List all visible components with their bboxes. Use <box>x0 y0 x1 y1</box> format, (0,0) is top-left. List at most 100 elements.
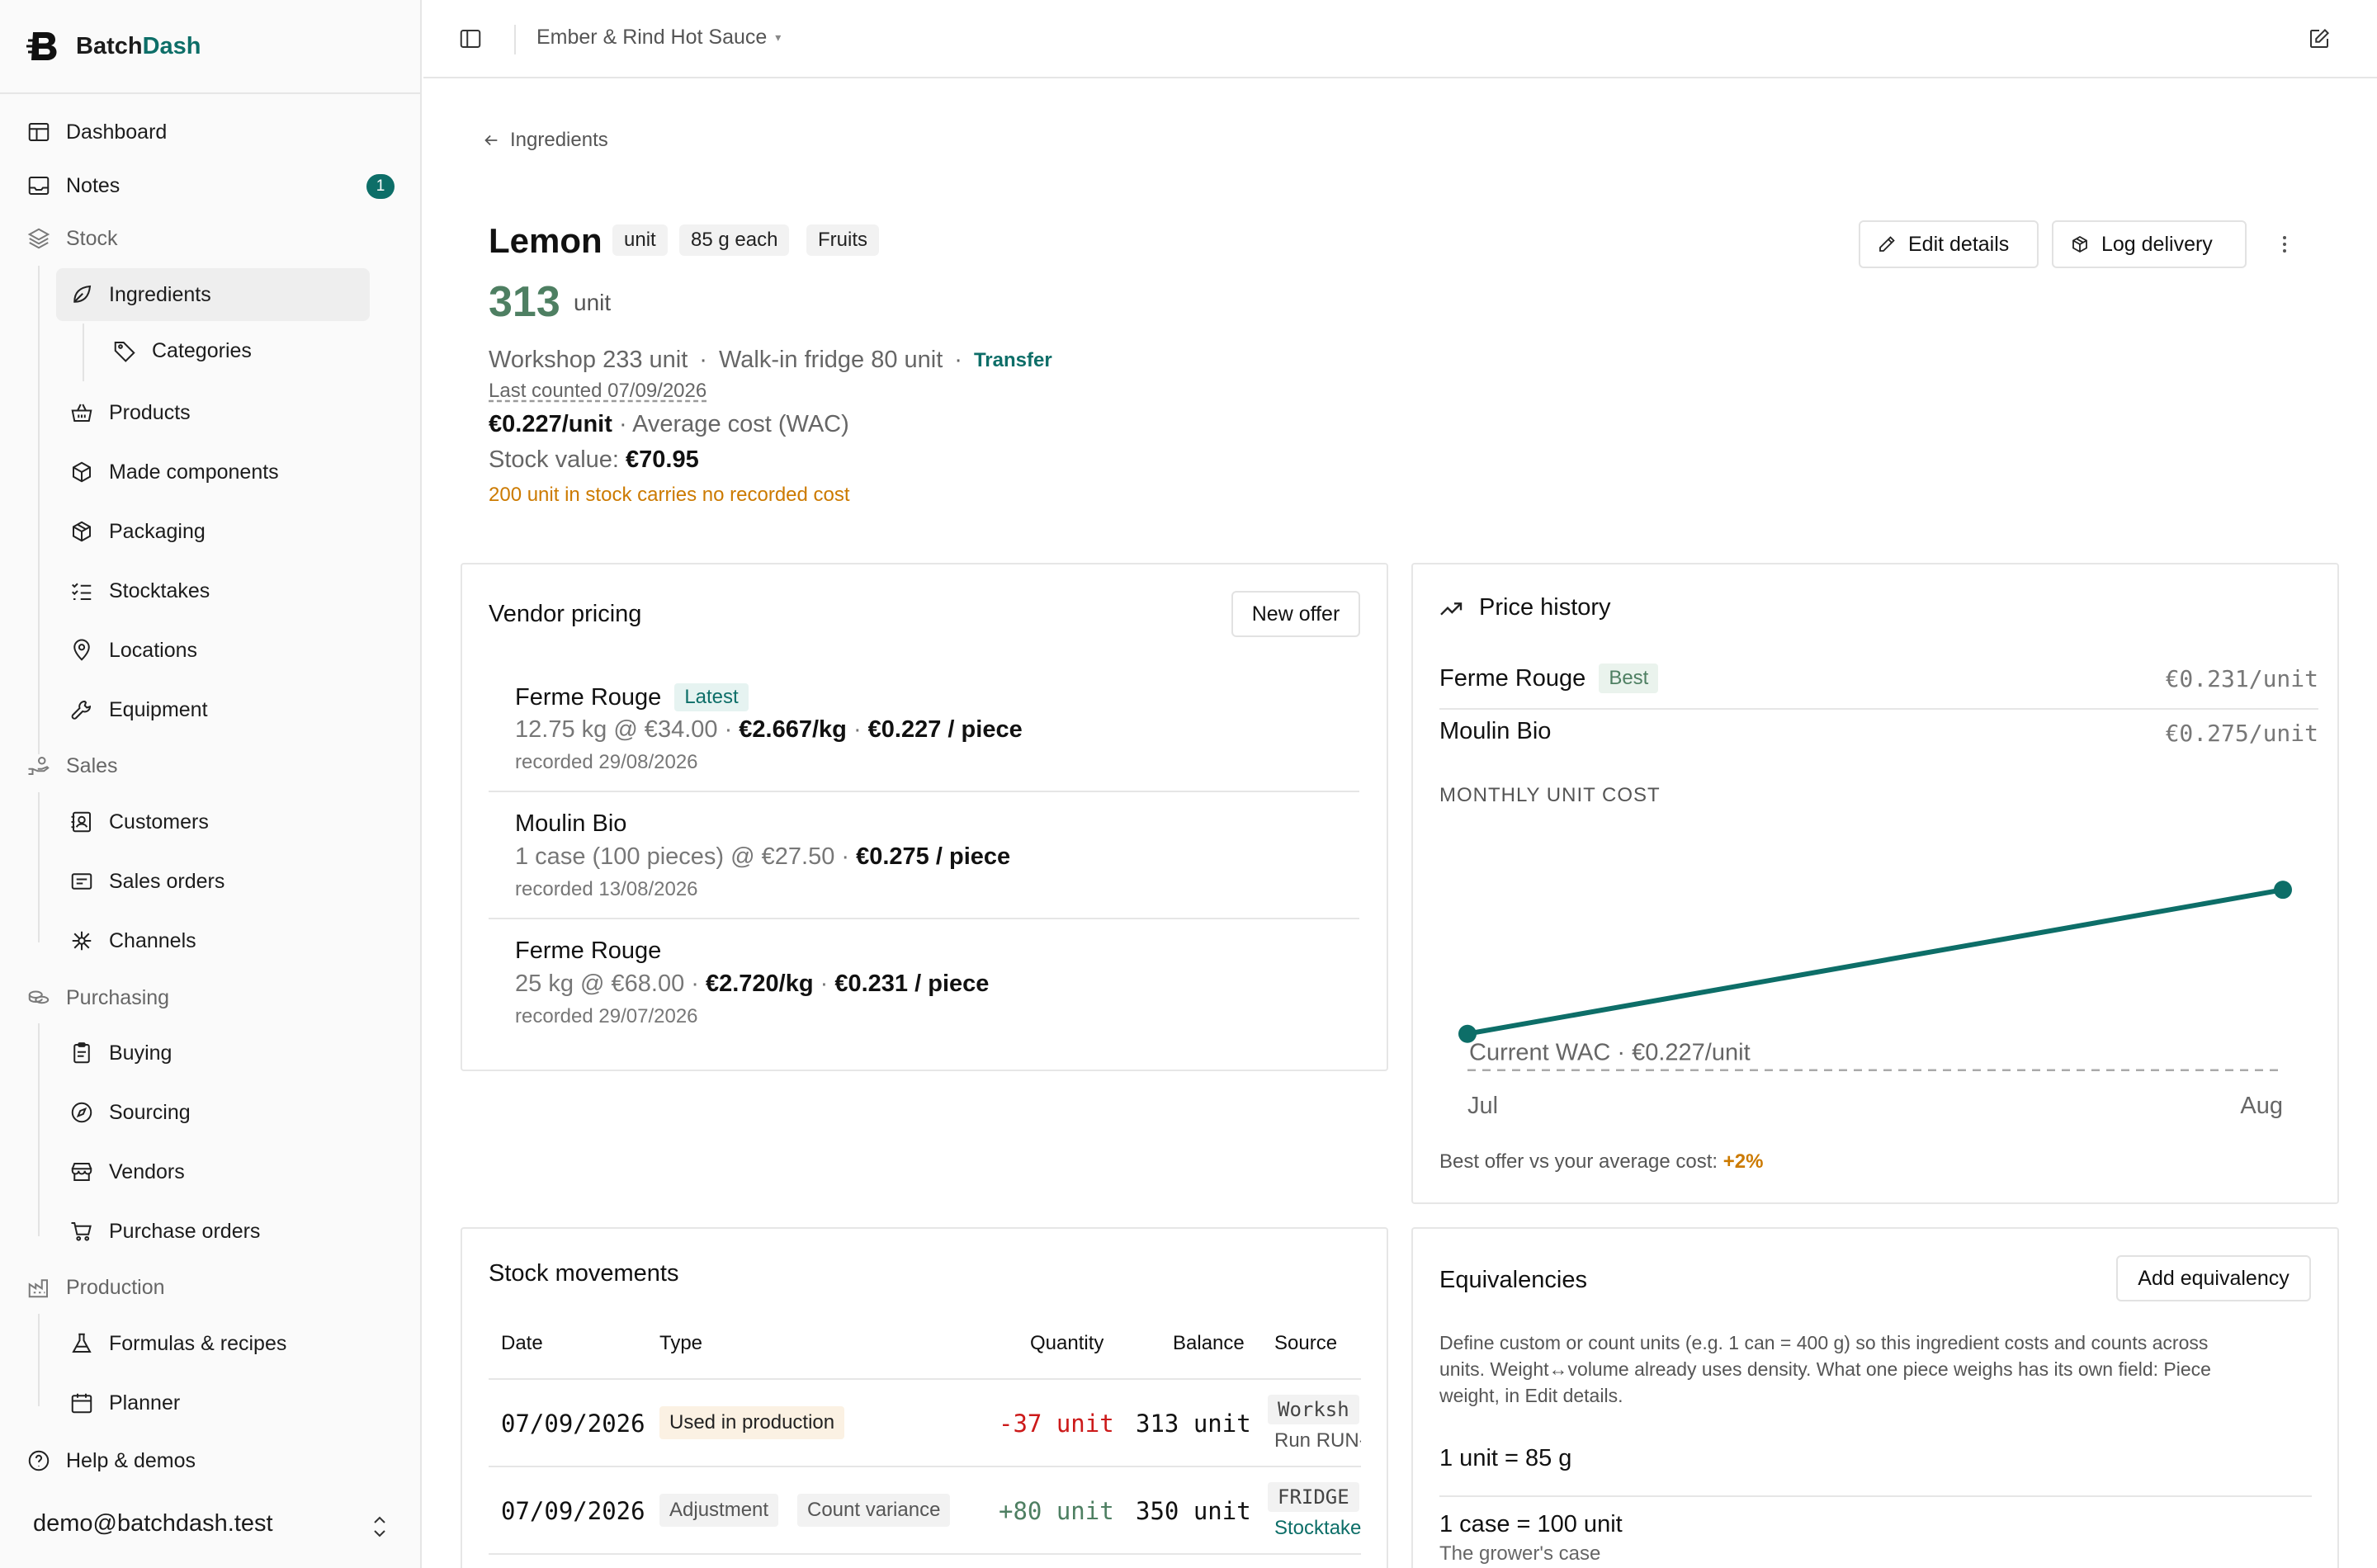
log-delivery-button[interactable]: Log delivery <box>2052 220 2247 268</box>
equivalency-divider <box>1439 1495 2312 1497</box>
tree-line <box>83 324 84 381</box>
brand[interactable]: BatchDash <box>26 25 201 68</box>
wac-reference-label: Current WAC · €0.227/unit <box>1469 1040 1751 1066</box>
sidebar-item-equipment[interactable]: Equipment <box>69 697 208 722</box>
offer-per-piece: €0.231 / piece <box>834 971 990 997</box>
sidebar-item-vendors[interactable]: Vendors <box>69 1159 185 1184</box>
separator: · <box>813 971 835 997</box>
edit-square-icon[interactable] <box>2307 26 2332 51</box>
col-header-type[interactable]: Type <box>659 1332 702 1355</box>
sidebar-section-label: Production <box>66 1275 165 1299</box>
sidebar-item-purchase-orders[interactable]: Purchase orders <box>69 1219 260 1244</box>
location-fridge: Walk-in fridge 80 unit <box>718 347 943 373</box>
sidebar-item-planner[interactable]: Planner <box>69 1391 180 1415</box>
cell-date: 07/09/2026 <box>501 1497 645 1525</box>
table-divider <box>489 1466 1361 1467</box>
topbar-divider <box>514 25 516 54</box>
data-point[interactable] <box>2274 881 2292 900</box>
user-email[interactable]: demo@batchdash.test <box>33 1510 273 1537</box>
checklist-icon <box>72 583 92 600</box>
page-title: Lemon <box>489 221 603 260</box>
equivalency-unit[interactable]: 1 unit = 85 g <box>1439 1445 1571 1472</box>
sidebar-section-stock[interactable]: Stock <box>26 226 118 251</box>
sidebar-item-label: Notes <box>66 173 121 197</box>
offer-qty: 1 case (100 pieces) @ €27.50 · <box>515 843 857 870</box>
col-header-date[interactable]: Date <box>501 1332 543 1355</box>
offer-row[interactable]: Ferme Rouge Latest 12.75 kg @ €34.00 · €2… <box>489 665 1359 792</box>
stock-value: Stock value: €70.95 <box>489 446 699 474</box>
desc-line: Define custom or count units (e.g. 1 can… <box>1439 1332 2209 1353</box>
offer-vendor-name: Ferme Rouge <box>515 937 662 964</box>
tree-line <box>38 1023 40 1236</box>
compass-icon <box>71 1102 92 1123</box>
inbox-icon <box>28 177 50 195</box>
cell-source[interactable]: Worksh Run RUN- <box>1268 1395 1361 1454</box>
col-header-quantity[interactable]: Quantity <box>1030 1332 1103 1355</box>
offer-qty: 25 kg @ €68.00 · <box>515 971 706 997</box>
x-tick-label: Aug <box>2240 1093 2283 1119</box>
sidebar-item-made-components[interactable]: Made components <box>69 460 279 484</box>
sidebar-section-label: Purchasing <box>66 985 170 1009</box>
layers-icon <box>27 228 50 249</box>
cost-warning: 200 unit in stock carries no recorded co… <box>489 484 850 506</box>
edit-details-button[interactable]: Edit details <box>1859 220 2039 268</box>
sidebar-item-stocktakes[interactable]: Stocktakes <box>69 579 210 603</box>
offer-recorded: recorded 13/08/2026 <box>515 878 698 900</box>
transfer-link[interactable]: Transfer <box>974 349 1052 372</box>
chevrons-up-down-icon[interactable] <box>370 1512 390 1542</box>
business-switcher[interactable]: Ember & Rind Hot Sauce ▾ <box>536 26 781 50</box>
col-header-balance[interactable]: Balance <box>1173 1332 1245 1355</box>
back-link[interactable]: Ingredients <box>482 129 608 152</box>
add-equivalency-button[interactable]: Add equivalency <box>2116 1255 2311 1301</box>
last-counted[interactable]: Last counted 07/09/2026 <box>489 380 706 403</box>
sidebar-item-label: Equipment <box>109 697 208 721</box>
cell-source[interactable]: FRIDGE Stocktake <box>1268 1482 1361 1542</box>
average-cost: €0.227/unit · Average cost (WAC) <box>489 411 849 438</box>
sidebar-item-dashboard[interactable]: Dashboard <box>26 120 167 144</box>
sidebar-item-products[interactable]: Products <box>69 400 191 425</box>
sidebar-section-sales[interactable]: Sales <box>26 753 118 778</box>
add-equivalency-label: Add equivalency <box>2138 1266 2290 1290</box>
sidebar-item-label: Channels <box>109 928 196 952</box>
more-vertical-icon[interactable] <box>2275 231 2294 257</box>
source-link[interactable]: Stocktake <box>1274 1517 1361 1540</box>
sidebar-item-help[interactable]: Help & demos <box>26 1448 196 1473</box>
sidebar-item-customers[interactable]: Customers <box>69 810 209 834</box>
sidebar-item-locations[interactable]: Locations <box>69 638 197 663</box>
offer-vendor-name: Ferme Rouge <box>515 683 662 711</box>
offer-per-piece: €0.227 / piece <box>867 716 1023 743</box>
location-workshop: Workshop 233 unit <box>489 347 688 373</box>
new-offer-button[interactable]: New offer <box>1231 591 1360 637</box>
sidebar-item-sourcing[interactable]: Sourcing <box>69 1100 191 1125</box>
coins-icon <box>28 990 50 1004</box>
sidebar-section-purchasing[interactable]: Purchasing <box>26 985 169 1010</box>
offer-per-kg: €2.667/kg <box>739 716 847 743</box>
wrench-icon <box>71 701 92 720</box>
chip-unit: unit <box>612 224 668 256</box>
sidebar-item-categories[interactable]: Categories <box>112 338 252 363</box>
sidebar-section-production[interactable]: Production <box>26 1275 165 1300</box>
data-point[interactable] <box>1458 1024 1477 1043</box>
sidebar-item-buying[interactable]: Buying <box>69 1041 172 1065</box>
offer-detail: 25 kg @ €68.00 · €2.720/kg · €0.231 / pi… <box>515 971 989 998</box>
cell-balance: 313 unit <box>1136 1410 1251 1438</box>
sidebar-item-sales-orders[interactable]: Sales orders <box>69 869 224 894</box>
sidebar-toggle-icon[interactable] <box>458 26 483 51</box>
offer-row[interactable]: Ferme Rouge 25 kg @ €68.00 · €2.720/kg ·… <box>489 919 1359 1046</box>
notes-count-badge: 1 <box>366 174 395 199</box>
tree-line <box>38 266 40 754</box>
col-header-source[interactable]: Source <box>1274 1332 1337 1355</box>
offer-row[interactable]: Moulin Bio 1 case (100 pieces) @ €27.50 … <box>489 792 1359 919</box>
vendor-pricing-card: Vendor pricing New offer Ferme Rouge Late… <box>461 563 1388 1071</box>
sidebar-item-packaging[interactable]: Packaging <box>69 519 206 544</box>
sidebar-item-formulas[interactable]: Formulas & recipes <box>69 1331 286 1356</box>
equivalency-case[interactable]: 1 case = 100 unit <box>1439 1511 1623 1538</box>
series-line <box>1467 887 2284 1037</box>
source-link[interactable]: Run RUN- <box>1274 1429 1361 1452</box>
basket-icon <box>71 404 92 422</box>
sidebar-item-notes[interactable]: Notes <box>26 173 120 198</box>
sidebar-item-ingredients[interactable]: Ingredients <box>56 268 370 321</box>
edit-details-label: Edit details <box>1908 232 2010 256</box>
sidebar-section-label: Sales <box>66 753 118 777</box>
sidebar-item-channels[interactable]: Channels <box>69 928 196 953</box>
